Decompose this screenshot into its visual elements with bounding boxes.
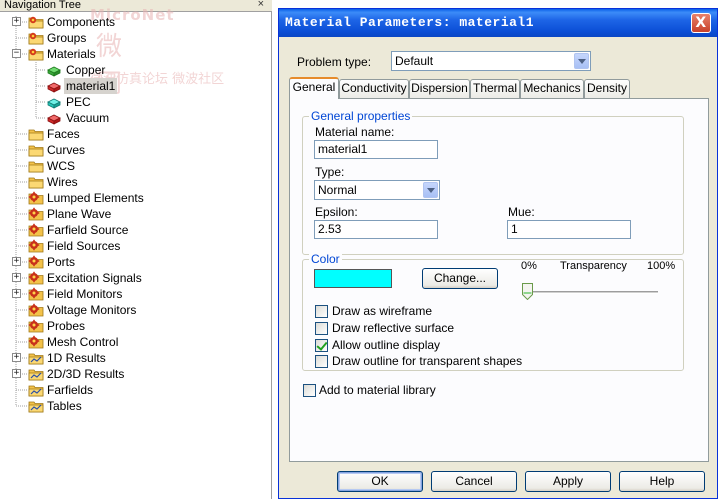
tab-conductivity[interactable]: Conductivity <box>339 79 409 98</box>
material-name-input[interactable]: material1 <box>314 140 438 159</box>
type-select[interactable]: Normal <box>314 180 440 200</box>
folder-icon <box>28 143 44 157</box>
expand-ports-icon[interactable]: + <box>12 257 21 266</box>
transparency-slider-thumb[interactable] <box>522 283 533 300</box>
epsilon-value: 2.53 <box>318 222 342 236</box>
allow-outline-checkbox[interactable] <box>315 339 328 352</box>
general-properties-title: General properties <box>309 109 413 123</box>
dialog-titlebar[interactable]: Material Parameters: material1 X <box>279 9 717 37</box>
tab-density[interactable]: Density <box>584 79 630 98</box>
tab-thermal[interactable]: Thermal <box>470 79 520 98</box>
material-green-icon <box>46 63 62 77</box>
color-swatch[interactable] <box>314 269 392 288</box>
gear-icon <box>28 303 44 317</box>
add-to-library-checkbox[interactable] <box>303 384 316 397</box>
draw-wireframe-checkbox[interactable] <box>315 305 328 318</box>
problem-type-value: Default <box>395 54 434 68</box>
help-button[interactable]: Help <box>619 471 705 492</box>
navigation-tree-panel: Navigation Tree × MicroNet 微 网 微波仿真论坛 微波… <box>0 0 272 499</box>
gear-icon <box>28 191 44 205</box>
draw-reflective-checkbox[interactable] <box>315 322 328 335</box>
expand-1d-results-icon[interactable]: + <box>12 353 21 362</box>
draw-wireframe-label: Draw as wireframe <box>332 304 433 318</box>
tab-dispersion[interactable]: Dispersion <box>409 79 470 98</box>
allow-outline-label: Allow outline display <box>332 338 441 352</box>
gear-icon <box>28 239 44 253</box>
folder-icon <box>28 175 44 189</box>
gear-icon <box>28 207 44 221</box>
epsilon-label: Epsilon: <box>315 205 358 219</box>
folder-icon <box>28 47 44 61</box>
problem-type-label: Problem type: <box>297 55 372 69</box>
gear-icon <box>28 335 44 349</box>
tab-page-general: General properties Material name: materi… <box>289 98 709 462</box>
draw-reflective-label: Draw reflective surface <box>332 321 455 335</box>
results-folder-icon <box>28 383 44 397</box>
folder-icon <box>28 159 44 173</box>
chevron-down-icon[interactable] <box>423 182 438 198</box>
transparency-label: Transparency <box>560 260 627 272</box>
gear-icon <box>28 255 44 269</box>
expand-field-monitors-icon[interactable]: + <box>12 289 21 298</box>
material-name-value: material1 <box>318 142 368 156</box>
material-red-icon <box>46 79 62 93</box>
chevron-down-icon[interactable] <box>574 53 589 69</box>
folder-icon <box>28 31 44 45</box>
color-group-title: Color <box>309 252 342 266</box>
folder-icon <box>28 127 44 141</box>
dialog-close-button[interactable]: X <box>691 13 711 33</box>
results-folder-icon <box>28 351 44 365</box>
results-folder-icon <box>28 399 44 413</box>
draw-outline-transparent-label: Draw outline for transparent shapes <box>332 354 523 368</box>
epsilon-input[interactable]: 2.53 <box>314 220 438 239</box>
gear-icon <box>28 223 44 237</box>
draw-outline-transparent-checkbox[interactable] <box>315 355 328 368</box>
type-label: Type: <box>315 165 345 179</box>
collapse-materials-icon[interactable]: − <box>12 49 21 58</box>
material-name-label: Material name: <box>315 125 395 139</box>
problem-type-select[interactable]: Default <box>391 51 591 71</box>
transparency-min-label: 0% <box>521 260 537 272</box>
close-icon[interactable]: × <box>258 0 264 10</box>
transparency-slider-track[interactable] <box>524 291 658 294</box>
material-parameters-dialog: Material Parameters: material1 X Problem… <box>278 8 718 499</box>
type-value: Normal <box>318 183 357 197</box>
expand-components-icon[interactable]: + <box>12 17 21 26</box>
results-folder-icon <box>28 367 44 381</box>
cancel-button[interactable]: Cancel <box>431 471 517 492</box>
ok-button[interactable]: OK <box>337 471 423 492</box>
mue-label: Mue: <box>508 205 535 219</box>
expand-2d3d-results-icon[interactable]: + <box>12 369 21 378</box>
tab-mechanics[interactable]: Mechanics <box>520 79 584 98</box>
material-red-icon <box>46 111 62 125</box>
gear-icon <box>28 271 44 285</box>
folder-icon <box>28 15 44 29</box>
gear-icon <box>28 287 44 301</box>
add-to-library-label: Add to material library <box>319 383 436 397</box>
dialog-title: Material Parameters: material1 <box>285 15 535 30</box>
mue-value: 1 <box>511 222 518 236</box>
transparency-max-label: 100% <box>647 260 676 272</box>
mue-input[interactable]: 1 <box>507 220 631 239</box>
tab-general[interactable]: General <box>289 77 339 99</box>
apply-button[interactable]: Apply <box>525 471 611 492</box>
change-color-button[interactable]: Change... <box>422 268 498 289</box>
expand-excitation-signals-icon[interactable]: + <box>12 273 21 282</box>
material-teal-icon <box>46 95 62 109</box>
gear-icon <box>28 319 44 333</box>
